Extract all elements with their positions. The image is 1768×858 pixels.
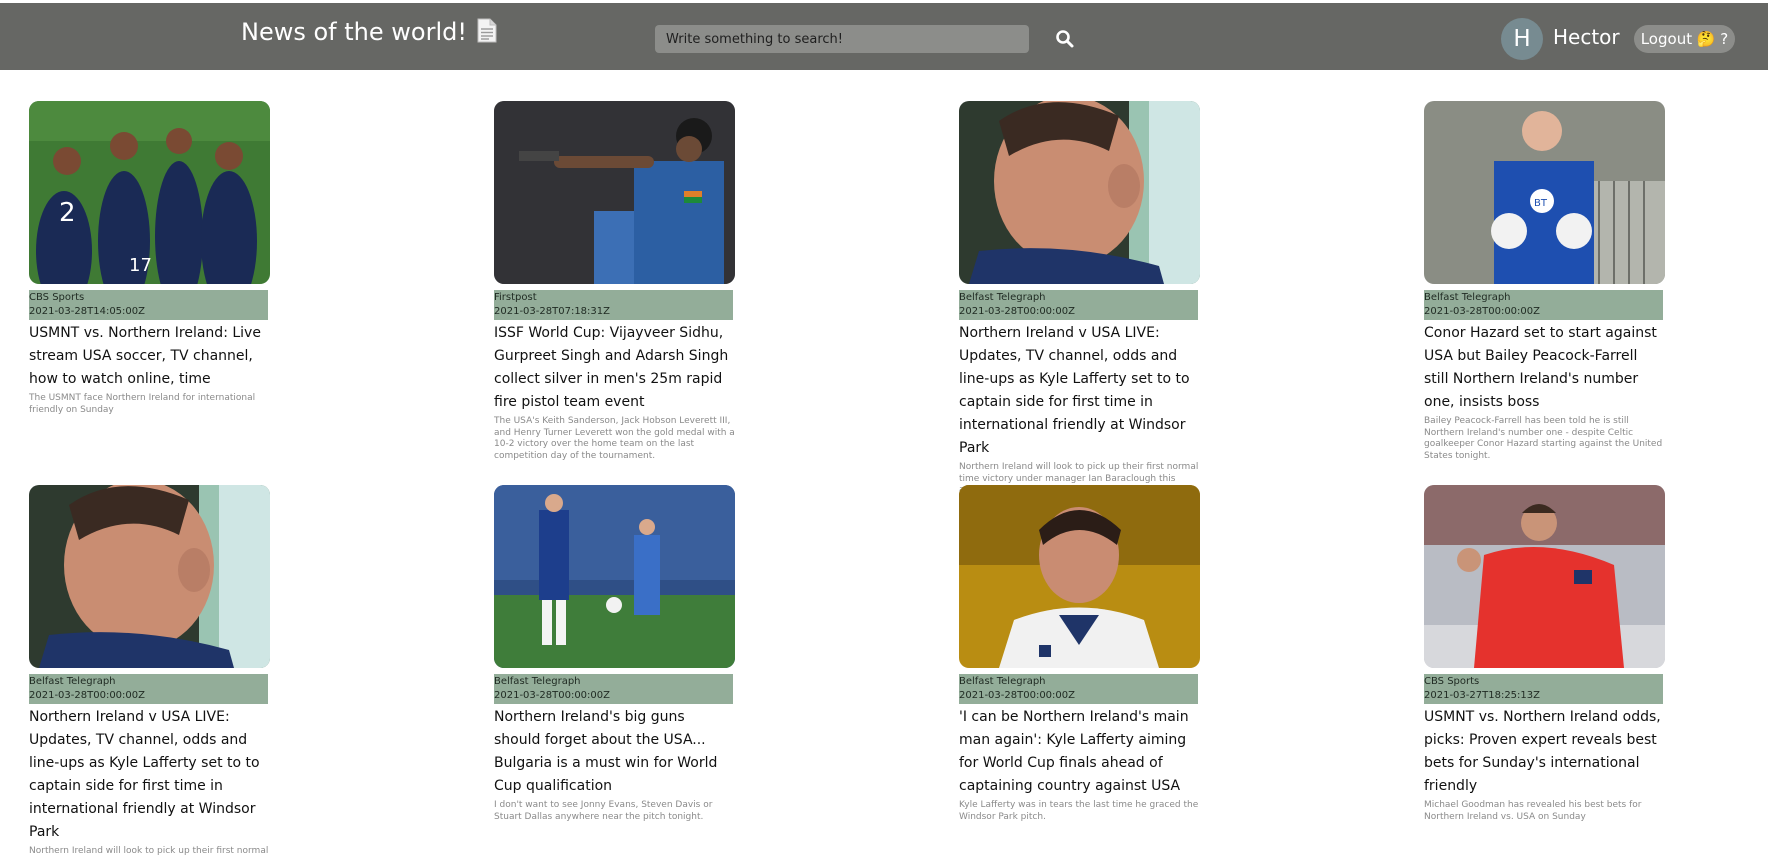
search-icon xyxy=(1056,30,1074,48)
article-image[interactable]: 2 17 xyxy=(29,101,270,284)
article-meta: Belfast Telegraph 2021-03-28T00:00:00Z xyxy=(959,674,1198,704)
article-title-link[interactable]: Conor Hazard set to start against USA bu… xyxy=(1424,322,1665,414)
article-date: 2021-03-28T00:00:00Z xyxy=(494,690,610,701)
article-meta: Belfast Telegraph 2021-03-28T00:00:00Z xyxy=(1424,290,1663,320)
avatar[interactable]: H xyxy=(1501,18,1543,60)
article-source: Firstpost xyxy=(494,292,537,303)
username: Hector xyxy=(1553,25,1620,49)
article-title-link[interactable]: ISSF World Cup: Vijayveer Sidhu, Gurpree… xyxy=(494,322,735,414)
article-date: 2021-03-28T00:00:00Z xyxy=(1424,306,1540,317)
news-card: Belfast Telegraph 2021-03-28T00:00:00Z Nor… xyxy=(29,485,270,858)
article-title-link[interactable]: Northern Ireland's big guns should forge… xyxy=(494,706,735,798)
article-image[interactable] xyxy=(1424,485,1665,668)
article-source: CBS Sports xyxy=(29,292,85,303)
site-title[interactable]: News of the world! xyxy=(241,18,497,49)
article-description: Kyle Lafferty was in tears the last time… xyxy=(959,800,1199,822)
article-source: Belfast Telegraph xyxy=(1424,292,1511,303)
site-title-text: News of the world! xyxy=(241,18,467,46)
article-image[interactable] xyxy=(959,101,1200,284)
article-source: Belfast Telegraph xyxy=(959,676,1046,687)
news-card: 2 17 CBS Sports 2021-03-28T14:05:00Z USMNT v… xyxy=(29,101,270,416)
article-date: 2021-03-28T00:00:00Z xyxy=(959,306,1075,317)
search-button[interactable] xyxy=(1055,29,1075,49)
page-facing-up-icon xyxy=(477,18,497,49)
article-source: Belfast Telegraph xyxy=(959,292,1046,303)
article-title-link[interactable]: USMNT vs. Northern Ireland odds, picks: … xyxy=(1424,706,1665,798)
article-image[interactable] xyxy=(494,101,735,284)
news-card: Belfast Telegraph 2021-03-28T00:00:00Z 'I … xyxy=(959,485,1200,823)
article-description: Bailey Peacock-Farrell has been told he … xyxy=(1424,416,1663,461)
logout-button[interactable]: Logout 🤔 ? xyxy=(1634,25,1735,53)
news-card: Belfast Telegraph 2021-03-28T00:00:00Z Nor… xyxy=(494,485,735,823)
news-card: Firstpost 2021-03-28T07:18:31Z ISSF World … xyxy=(494,101,735,462)
article-title-link[interactable]: Northern Ireland v USA LIVE: Updates, TV… xyxy=(959,322,1200,460)
article-date: 2021-03-28T00:00:00Z xyxy=(29,690,145,701)
article-date: 2021-03-28T00:00:00Z xyxy=(959,690,1075,701)
article-meta: Belfast Telegraph 2021-03-28T00:00:00Z xyxy=(29,674,268,704)
article-image[interactable] xyxy=(959,485,1200,668)
article-meta: CBS Sports 2021-03-28T14:05:00Z xyxy=(29,290,268,320)
article-description: The USMNT face Northern Ireland for inte… xyxy=(29,393,256,415)
article-title-link[interactable]: 'I can be Northern Ireland's main man ag… xyxy=(959,706,1200,798)
article-source: Belfast Telegraph xyxy=(494,676,581,687)
article-meta: CBS Sports 2021-03-27T18:25:13Z xyxy=(1424,674,1663,704)
svg-text:BT: BT xyxy=(1534,198,1548,209)
article-meta: Belfast Telegraph 2021-03-28T00:00:00Z xyxy=(494,674,733,704)
svg-text:17: 17 xyxy=(129,255,152,276)
article-description: The USA's Keith Sanderson, Jack Hobson L… xyxy=(494,416,735,461)
article-date: 2021-03-27T18:25:13Z xyxy=(1424,690,1540,701)
article-meta: Firstpost 2021-03-28T07:18:31Z xyxy=(494,290,733,320)
news-card: BT Belfast Telegraph 2021-03-28T00:00:00Z C… xyxy=(1424,101,1665,462)
article-image[interactable] xyxy=(29,485,270,668)
article-date: 2021-03-28T07:18:31Z xyxy=(494,306,610,317)
article-date: 2021-03-28T14:05:00Z xyxy=(29,306,145,317)
article-source: CBS Sports xyxy=(1424,676,1480,687)
article-title-link[interactable]: Northern Ireland v USA LIVE: Updates, TV… xyxy=(29,706,270,844)
article-title-link[interactable]: USMNT vs. Northern Ireland: Live stream … xyxy=(29,322,270,391)
article-description: Northern Ireland will look to pick up th… xyxy=(29,846,269,856)
search-input[interactable] xyxy=(655,25,1029,53)
news-card: CBS Sports 2021-03-27T18:25:13Z USMNT vs. … xyxy=(1424,485,1665,823)
article-source: Belfast Telegraph xyxy=(29,676,116,687)
article-image[interactable]: BT xyxy=(1424,101,1665,284)
article-meta: Belfast Telegraph 2021-03-28T00:00:00Z xyxy=(959,290,1198,320)
article-description: I don't want to see Jonny Evans, Steven … xyxy=(494,800,713,822)
svg-text:2: 2 xyxy=(59,198,76,228)
top-navbar: News of the world! H Hector Logout 🤔 ? xyxy=(0,3,1768,70)
news-card: Belfast Telegraph 2021-03-28T00:00:00Z Nor… xyxy=(959,101,1200,508)
article-image[interactable] xyxy=(494,485,735,668)
article-description: Michael Goodman has revealed his best be… xyxy=(1424,800,1642,822)
